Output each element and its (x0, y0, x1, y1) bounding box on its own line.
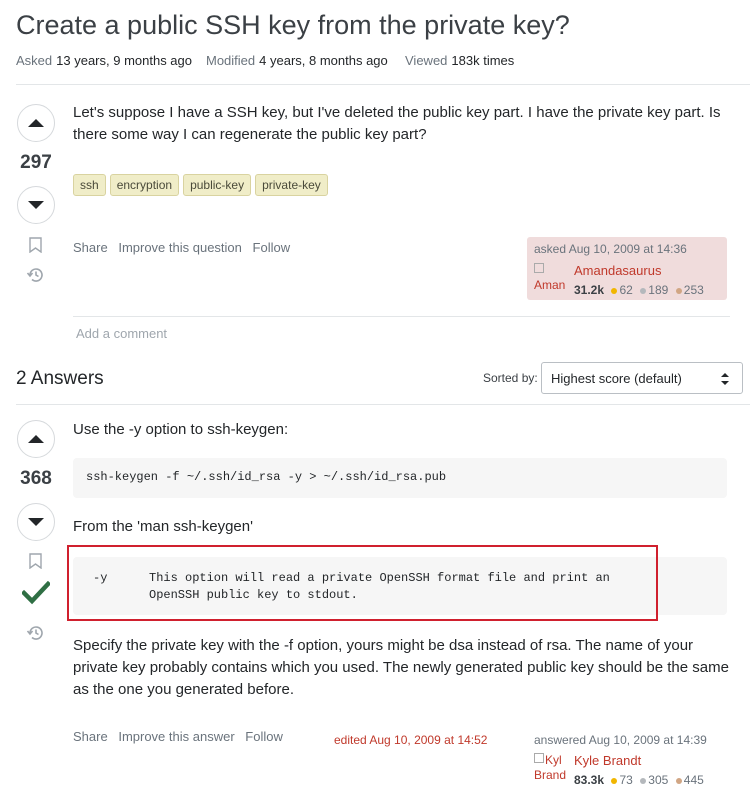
asked-time: asked Aug 10, 2009 at 14:36 (534, 242, 687, 256)
answered-time: answered Aug 10, 2009 at 14:39 (534, 733, 707, 747)
arrow-down-icon (28, 518, 44, 526)
modified-value: 4 years, 8 months ago (259, 53, 388, 68)
silver-count: 305 (648, 773, 669, 787)
code-command-text: ssh-keygen -f ~/.ssh/id_rsa -y > ~/.ssh/… (86, 470, 447, 484)
gold-badges: 62 (611, 283, 633, 297)
answers-count: 2 Answers (16, 368, 104, 389)
viewed-meta: Viewed 183k times (405, 53, 514, 68)
avatar-alt-text-1: Kyl (545, 753, 562, 767)
sort-arrows-icon (721, 373, 729, 385)
bronze-badges: 445 (675, 773, 704, 787)
bronze-count: 253 (683, 283, 704, 297)
answer-upvote-button[interactable] (17, 420, 55, 458)
history-icon[interactable] (26, 265, 46, 285)
answer-score: 368 (20, 468, 52, 489)
highlight-box (67, 545, 658, 621)
comment-divider (73, 316, 730, 317)
asked-value: 13 years, 9 months ago (56, 53, 192, 68)
arrow-up-icon (28, 119, 44, 127)
avatar[interactable]: Kyl Brand (534, 753, 568, 785)
gold-count: 62 (619, 283, 633, 297)
edited-link[interactable]: edited Aug 10, 2009 at 14:52 (334, 733, 487, 747)
question-post-menu: Share Improve this question Follow (73, 240, 297, 255)
gold-badge-icon (611, 287, 618, 294)
modified-label: Modified (206, 53, 256, 68)
silver-badges: 305 (640, 773, 668, 787)
silver-badge-icon (640, 777, 647, 784)
silver-count: 189 (648, 283, 669, 297)
user-stats: 83.3k 73 305 445 (574, 771, 704, 789)
tag-encryption[interactable]: encryption (109, 174, 180, 196)
bronze-badges: 253 (675, 283, 704, 297)
reputation-score: 83.3k (574, 773, 605, 787)
answers-divider (16, 404, 750, 405)
question-score: 297 (20, 152, 52, 173)
improve-question-link[interactable]: Improve this question (118, 240, 242, 255)
arrow-up-icon (28, 435, 44, 443)
user-stats: 31.2k 62 189 253 (574, 281, 704, 299)
add-comment-link[interactable]: Add a comment (76, 326, 167, 341)
follow-link[interactable]: Follow (253, 240, 291, 255)
header-divider (16, 84, 750, 85)
gold-badges: 73 (611, 773, 633, 787)
asked-meta: Asked 13 years, 9 months ago (16, 53, 192, 68)
code-block-command: ssh-keygen -f ~/.ssh/id_rsa -y > ~/.ssh/… (73, 458, 727, 498)
tag-public-key[interactable]: public-key (183, 174, 252, 196)
question-upvote-button[interactable] (17, 104, 55, 142)
avatar-alt-text-2: Brand (534, 768, 567, 782)
broken-image-icon (534, 753, 544, 763)
follow-link[interactable]: Follow (245, 729, 283, 744)
broken-image-icon (534, 263, 544, 273)
tag-ssh[interactable]: ssh (73, 174, 106, 196)
question-body: Let's suppose I have a SSH key, but I've… (73, 104, 721, 143)
avatar-alt-text: Aman (534, 278, 566, 292)
answer-post-menu: Share Improve this answer Follow (73, 729, 290, 744)
answer-body: Specify the private key with the -f opti… (73, 637, 729, 698)
bookmark-icon[interactable] (29, 237, 42, 253)
share-link[interactable]: Share (73, 240, 108, 255)
silver-badge-icon (640, 287, 647, 294)
reputation-score: 31.2k (574, 283, 605, 297)
bookmark-icon[interactable] (29, 553, 42, 569)
gold-badge-icon (611, 777, 618, 784)
accepted-checkmark-icon (22, 581, 50, 605)
asked-label: Asked (16, 53, 53, 68)
arrow-down-icon (28, 201, 44, 209)
sorted-by-label: Sorted by: (483, 371, 538, 385)
viewed-value: 183k times (451, 53, 515, 68)
bronze-badge-icon (675, 777, 682, 784)
user-name-link[interactable]: Amandasaurus (574, 263, 661, 278)
viewed-label: Viewed (405, 53, 448, 68)
user-name-link[interactable]: Kyle Brandt (574, 753, 641, 768)
modified-meta: Modified 4 years, 8 months ago (206, 53, 388, 68)
answer-intro: Use the -y option to ssh-keygen: (73, 421, 289, 438)
silver-badges: 189 (640, 283, 668, 297)
from-man-text: From the 'man ssh-keygen' (73, 518, 253, 535)
history-icon[interactable] (26, 623, 46, 643)
question-downvote-button[interactable] (17, 186, 55, 224)
sort-select[interactable]: Highest score (default) (541, 362, 743, 394)
gold-count: 73 (619, 773, 633, 787)
bronze-count: 445 (683, 773, 704, 787)
tag-private-key[interactable]: private-key (255, 174, 328, 196)
bronze-badge-icon (675, 287, 682, 294)
improve-answer-link[interactable]: Improve this answer (118, 729, 234, 744)
answer-downvote-button[interactable] (17, 503, 55, 541)
sort-select-value: Highest score (default) (551, 371, 682, 386)
share-link[interactable]: Share (73, 729, 108, 744)
tag-list: ssh encryption public-key private-key (73, 174, 332, 196)
question-title[interactable]: Create a public SSH key from the private… (16, 10, 570, 41)
avatar[interactable]: Aman (534, 263, 568, 295)
